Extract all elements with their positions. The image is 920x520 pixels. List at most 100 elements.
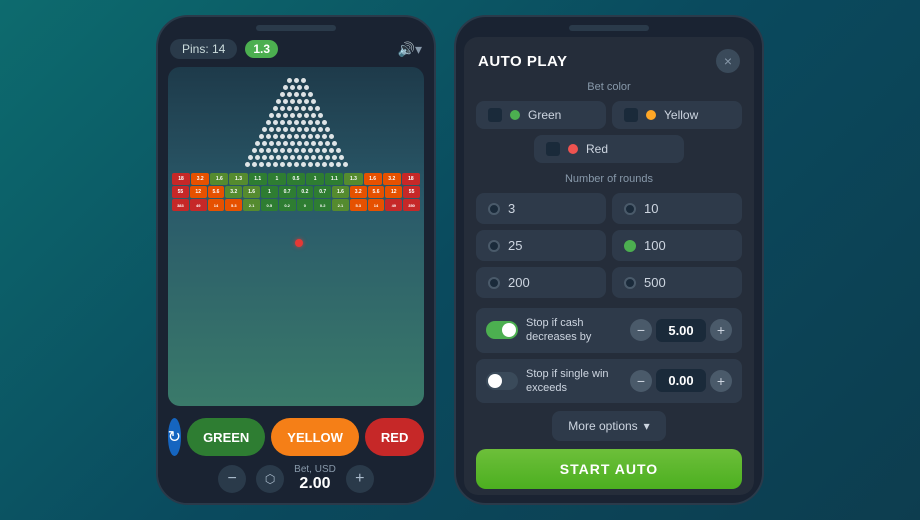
pins-row-10 bbox=[255, 141, 337, 146]
green-label: Green bbox=[528, 108, 561, 122]
yellow-label: Yellow bbox=[664, 108, 698, 122]
round-value-100: 100 bbox=[644, 238, 666, 253]
decrease-amount-plus[interactable]: + bbox=[710, 319, 732, 341]
score-cell: 49 bbox=[385, 199, 402, 211]
sound-icon: 🔊▾ bbox=[398, 41, 422, 58]
left-phone: Pins: 14 1.3 🔊▾ bbox=[156, 15, 436, 505]
score-cell: 18 bbox=[402, 173, 420, 185]
round-radio-500 bbox=[624, 277, 636, 289]
stop-win-toggle[interactable] bbox=[486, 372, 518, 390]
close-button[interactable]: × bbox=[716, 49, 740, 73]
refresh-button[interactable]: ↻ bbox=[168, 418, 181, 456]
score-cell: 1 bbox=[261, 186, 278, 198]
round-option-3[interactable]: 3 bbox=[476, 193, 606, 224]
toggle-knob-2 bbox=[488, 374, 502, 388]
bet-color-label: Bet color bbox=[476, 81, 742, 93]
score-cell: 55 bbox=[172, 186, 189, 198]
score-cell: 3.2 bbox=[350, 186, 367, 198]
round-option-500[interactable]: 500 bbox=[612, 267, 742, 298]
toggle-knob bbox=[502, 323, 516, 337]
score-cell: 49 bbox=[190, 199, 207, 211]
rounds-label: Number of rounds bbox=[476, 173, 742, 185]
score-cell: 0.2 bbox=[314, 199, 331, 211]
score-cell: 55 bbox=[403, 186, 420, 198]
pins-label: Pins: 14 bbox=[182, 42, 225, 56]
decrease-amount-minus[interactable]: − bbox=[630, 319, 652, 341]
decrease-amount-display: 5.00 bbox=[656, 319, 706, 342]
round-option-100[interactable]: 100 bbox=[612, 230, 742, 261]
bet-decrease-button[interactable]: − bbox=[218, 465, 246, 493]
score-cell: 1 bbox=[268, 173, 286, 185]
score-cell: 2.1 bbox=[243, 199, 260, 211]
plinko-board: 18 3.2 1.6 1.3 1.1 1 0.5 1 1.1 1.3 1.6 3… bbox=[168, 73, 424, 406]
pins-row-1 bbox=[287, 78, 306, 83]
bet-label: Bet, USD bbox=[294, 464, 336, 475]
score-cell: 1.6 bbox=[243, 186, 260, 198]
score-cell: 0 bbox=[297, 199, 314, 211]
color-option-red[interactable]: Red bbox=[534, 135, 684, 163]
multiplier-badge: 1.3 bbox=[245, 40, 278, 58]
rounds-section: Number of rounds 3 10 25 bbox=[476, 173, 742, 298]
green-dot bbox=[510, 110, 520, 120]
phone-notch-right bbox=[569, 25, 649, 31]
pins-row-9 bbox=[259, 134, 334, 139]
win-amount-plus[interactable]: + bbox=[710, 370, 732, 392]
bet-color-grid: Green Yellow bbox=[476, 101, 742, 129]
bet-info: Bet, USD 2.00 bbox=[294, 464, 336, 493]
stop-decrease-toggle[interactable] bbox=[486, 321, 518, 339]
stack-icon: ⬡ bbox=[256, 465, 284, 493]
round-radio-200 bbox=[488, 277, 500, 289]
round-radio-3 bbox=[488, 203, 500, 215]
bet-increase-button[interactable]: + bbox=[346, 465, 374, 493]
bet-value: 2.00 bbox=[294, 475, 336, 493]
green-checkbox bbox=[488, 108, 502, 122]
stop-decrease-amount-row: − 5.00 + bbox=[630, 319, 732, 342]
start-auto-button[interactable]: START AUTO bbox=[476, 449, 742, 489]
score-cell: 5.3 bbox=[225, 199, 242, 211]
color-option-green[interactable]: Green bbox=[476, 101, 606, 129]
bet-color-single: Red bbox=[476, 135, 742, 163]
auto-play-modal: AUTO PLAY × Bet color Green Yellow bbox=[464, 37, 754, 495]
color-option-yellow[interactable]: Yellow bbox=[612, 101, 742, 129]
yellow-dot bbox=[646, 110, 656, 120]
modal-body: Bet color Green Yellow bbox=[464, 81, 754, 495]
score-cell: 0.5 bbox=[261, 199, 278, 211]
pins-row-6 bbox=[269, 113, 323, 118]
score-cell: 1 bbox=[306, 173, 324, 185]
score-cell: 1.3 bbox=[344, 173, 362, 185]
round-radio-10 bbox=[624, 203, 636, 215]
phone-notch-left bbox=[256, 25, 336, 31]
win-amount-minus[interactable]: − bbox=[630, 370, 652, 392]
red-button[interactable]: RED bbox=[365, 418, 424, 456]
score-row-3: 383 49 14 5.3 2.1 0.5 0.2 0 0.2 2.1 5.3 … bbox=[172, 199, 420, 211]
score-cell: 0.7 bbox=[314, 186, 331, 198]
phones-container: Pins: 14 1.3 🔊▾ bbox=[156, 15, 764, 505]
bet-row: − ⬡ Bet, USD 2.00 + bbox=[168, 464, 424, 493]
round-option-10[interactable]: 10 bbox=[612, 193, 742, 224]
round-value-25: 25 bbox=[508, 238, 522, 253]
score-cell: 0.2 bbox=[279, 199, 296, 211]
score-cell: 1.6 bbox=[332, 186, 349, 198]
green-button[interactable]: GREEN bbox=[187, 418, 265, 456]
pins-row-8 bbox=[262, 127, 330, 132]
modal-title: AUTO PLAY bbox=[478, 53, 568, 70]
round-option-200[interactable]: 200 bbox=[476, 267, 606, 298]
yellow-button[interactable]: YELLOW bbox=[271, 418, 359, 456]
stop-row-win: Stop if single win exceeds − 0.00 + bbox=[476, 359, 742, 404]
right-phone: AUTO PLAY × Bet color Green Yellow bbox=[454, 15, 764, 505]
round-radio-100 bbox=[624, 240, 636, 252]
round-value-500: 500 bbox=[644, 275, 666, 290]
pins-row-7 bbox=[266, 120, 327, 125]
more-options-button[interactable]: More options ▾ bbox=[552, 411, 665, 441]
phone-header-left: Pins: 14 1.3 🔊▾ bbox=[158, 35, 434, 63]
pins-row-13 bbox=[245, 162, 348, 167]
pins-badge: Pins: 14 bbox=[170, 39, 237, 59]
stop-row-decrease: Stop if cash decreases by − 5.00 + bbox=[476, 308, 742, 353]
pins-row-2 bbox=[283, 85, 309, 90]
more-options-label: More options bbox=[568, 419, 637, 433]
color-buttons: ↻ GREEN YELLOW RED bbox=[168, 418, 424, 456]
score-cell: 1.1 bbox=[249, 173, 267, 185]
round-option-25[interactable]: 25 bbox=[476, 230, 606, 261]
yellow-checkbox bbox=[624, 108, 638, 122]
rounds-grid: 3 10 25 100 bbox=[476, 193, 742, 298]
